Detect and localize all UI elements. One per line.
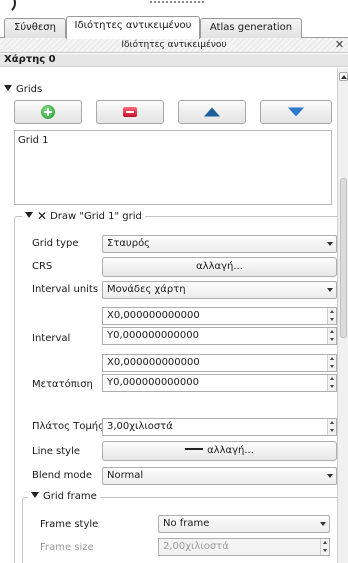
scrollbar-thumb[interactable] bbox=[340, 178, 347, 338]
frame-size-input[interactable]: 2,00χιλιοστά bbox=[158, 538, 330, 556]
grid-frame-label: Grid frame bbox=[43, 491, 97, 502]
checkbox-checked-icon[interactable]: ✕ bbox=[37, 210, 47, 222]
grid-type-value: Σταυρός bbox=[107, 238, 151, 249]
interval-label: Interval bbox=[32, 333, 71, 344]
collapse-icon[interactable] bbox=[25, 212, 33, 218]
offset-x-input[interactable]: X0,000000000000 bbox=[102, 354, 337, 372]
line-style-button[interactable]: αλλαγή... bbox=[102, 441, 337, 461]
arrow-down-icon bbox=[288, 107, 304, 117]
cross-width-label: Πλάτος Τομής bbox=[32, 421, 105, 432]
decorative-curl bbox=[0, 0, 16, 14]
blend-mode-label: Blend mode bbox=[32, 470, 93, 481]
offset-label: Μετατόπιση bbox=[32, 379, 93, 390]
tab-label: Atlas generation bbox=[209, 22, 293, 33]
frame-size-label: Frame size bbox=[40, 542, 94, 553]
add-grid-button[interactable] bbox=[14, 100, 82, 124]
offset-x-value: X0,000000000000 bbox=[107, 357, 200, 368]
tab-composition[interactable]: Σύνθεση bbox=[4, 18, 66, 38]
offset-y-value: Y0,000000000000 bbox=[107, 377, 199, 388]
crs-change-button[interactable]: αλλαγή... bbox=[102, 257, 337, 277]
tab-item-properties[interactable]: Ιδιότητες αντικειμένου bbox=[66, 16, 200, 39]
interval-y-value: Y0,000000000000 bbox=[107, 330, 199, 341]
list-item[interactable]: Grid 1 bbox=[18, 135, 328, 147]
grids-section-label: Grids bbox=[16, 84, 43, 95]
interval-units-label: Interval units bbox=[32, 284, 99, 295]
arrow-up-icon bbox=[204, 107, 220, 117]
grids-section-header[interactable]: Grids bbox=[4, 84, 42, 96]
blend-mode-select[interactable]: Normal bbox=[102, 467, 337, 485]
crs-button-label: αλλαγή... bbox=[196, 261, 243, 272]
blend-mode-value: Normal bbox=[107, 470, 144, 481]
draw-grid-group-title[interactable]: ✕ Draw "Grid 1" grid bbox=[22, 210, 145, 223]
frame-style-select[interactable]: No frame bbox=[158, 515, 330, 533]
item-title: Χάρτης 0 bbox=[0, 54, 348, 67]
scroll-up-icon[interactable] bbox=[339, 72, 348, 81]
frame-size-value: 2,00χιλιοστά bbox=[163, 541, 229, 552]
line-swatch-icon bbox=[185, 448, 204, 450]
chevron-down-icon bbox=[327, 288, 333, 292]
chevron-down-icon bbox=[327, 242, 333, 246]
line-style-button-label: αλλαγή... bbox=[207, 445, 254, 456]
remove-grid-button[interactable] bbox=[96, 100, 164, 124]
interval-units-select[interactable]: Μονάδες χάρτη bbox=[102, 281, 337, 299]
frame-style-value: No frame bbox=[163, 518, 210, 529]
close-icon[interactable]: ✕ bbox=[334, 39, 345, 51]
interval-x-input[interactable]: X0,000000000000 bbox=[102, 307, 337, 325]
draw-grid-label: Draw "Grid 1" grid bbox=[50, 211, 142, 222]
offset-y-input[interactable]: Y0,000000000000 bbox=[102, 374, 337, 392]
grid-list[interactable]: Grid 1 bbox=[14, 130, 332, 205]
chevron-down-icon bbox=[320, 522, 326, 526]
line-style-label: Line style bbox=[32, 446, 80, 457]
cross-width-input[interactable]: 3,00χιλιοστά bbox=[102, 418, 337, 436]
cross-width-value: 3,00χιλιοστά bbox=[107, 421, 173, 432]
dock-title-label: Ιδιότητες αντικειμένου bbox=[121, 40, 227, 50]
minus-icon bbox=[123, 107, 137, 117]
tab-atlas-generation[interactable]: Atlas generation bbox=[200, 18, 302, 38]
interval-x-value: X0,000000000000 bbox=[107, 310, 200, 321]
move-grid-down-button[interactable] bbox=[260, 100, 332, 124]
tab-label: Σύνθεση bbox=[14, 22, 56, 33]
plus-icon bbox=[41, 105, 55, 119]
spin-arrows-icon[interactable] bbox=[327, 355, 336, 371]
tab-bar: Σύνθεση Ιδιότητες αντικειμένου Atlas gen… bbox=[0, 16, 348, 39]
spin-arrows-icon[interactable] bbox=[327, 308, 336, 324]
grid-frame-group-title[interactable]: Grid frame bbox=[28, 491, 100, 503]
collapse-icon[interactable] bbox=[31, 492, 39, 498]
spin-arrows-icon[interactable] bbox=[327, 328, 336, 344]
dock-grip[interactable] bbox=[150, 1, 206, 3]
grid-type-label: Grid type bbox=[32, 238, 79, 249]
interval-units-value: Μονάδες χάρτη bbox=[107, 284, 186, 295]
spin-arrows-icon[interactable] bbox=[320, 539, 329, 555]
crs-label: CRS bbox=[32, 261, 53, 272]
collapse-icon[interactable] bbox=[4, 85, 12, 91]
spin-arrows-icon[interactable] bbox=[327, 375, 336, 391]
composer-panel: Σύνθεση Ιδιότητες αντικειμένου Atlas gen… bbox=[0, 0, 348, 563]
grid-type-select[interactable]: Σταυρός bbox=[102, 235, 337, 253]
interval-y-input[interactable]: Y0,000000000000 bbox=[102, 327, 337, 345]
chevron-down-icon bbox=[327, 474, 333, 478]
tab-label: Ιδιότητες αντικειμένου bbox=[74, 20, 192, 31]
item-title-label: Χάρτης 0 bbox=[4, 54, 56, 65]
dock-title: Ιδιότητες αντικειμένου bbox=[0, 38, 348, 53]
frame-style-label: Frame style bbox=[40, 519, 99, 530]
vertical-scrollbar[interactable] bbox=[337, 68, 348, 563]
spin-arrows-icon[interactable] bbox=[327, 419, 336, 435]
move-grid-up-button[interactable] bbox=[178, 100, 246, 124]
